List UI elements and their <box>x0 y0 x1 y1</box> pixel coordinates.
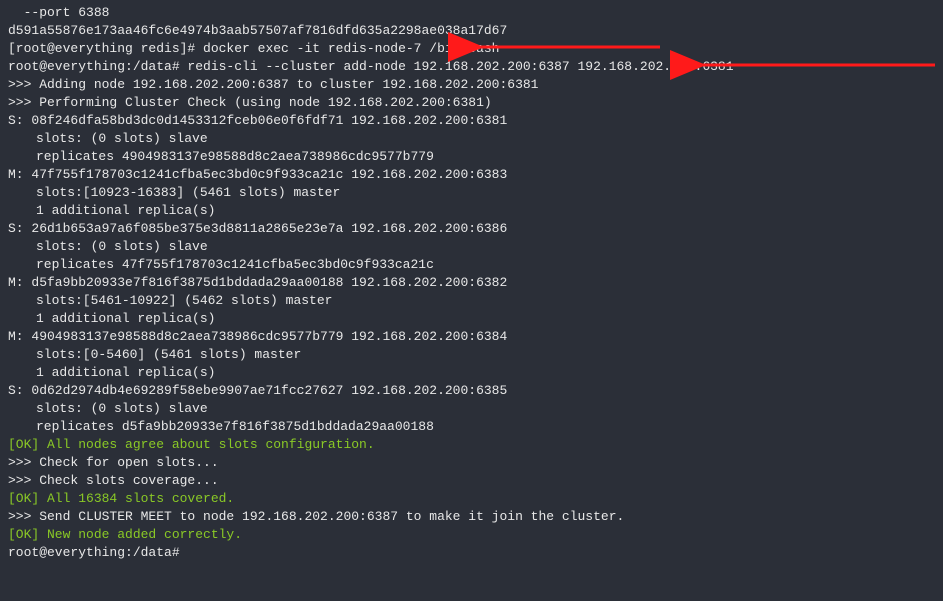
terminal-line: M: 4904983137e98588d8c2aea738986cdc9577b… <box>8 328 935 346</box>
terminal-line: slots: (0 slots) slave <box>8 130 935 148</box>
terminal-line: >>> Performing Cluster Check (using node… <box>8 94 935 112</box>
terminal-output[interactable]: --port 6388d591a55876e173aa46fc6e4974b3a… <box>0 0 943 566</box>
terminal-line: >>> Check slots coverage... <box>8 472 935 490</box>
terminal-line: root@everything:/data# redis-cli --clust… <box>8 58 935 76</box>
terminal-line: --port 6388 <box>8 4 935 22</box>
terminal-line: root@everything:/data# <box>8 544 935 562</box>
terminal-line: replicates 47f755f178703c1241cfba5ec3bd0… <box>8 256 935 274</box>
terminal-line: M: d5fa9bb20933e7f816f3875d1bddada29aa00… <box>8 274 935 292</box>
terminal-line: slots: (0 slots) slave <box>8 238 935 256</box>
terminal-line: [root@everything redis]# docker exec -it… <box>8 40 935 58</box>
terminal-line: M: 47f755f178703c1241cfba5ec3bd0c9f933ca… <box>8 166 935 184</box>
terminal-line: S: 08f246dfa58bd3dc0d1453312fceb06e0f6fd… <box>8 112 935 130</box>
terminal-line: replicates d5fa9bb20933e7f816f3875d1bdda… <box>8 418 935 436</box>
terminal-line: replicates 4904983137e98588d8c2aea738986… <box>8 148 935 166</box>
terminal-line: [OK] All 16384 slots covered. <box>8 490 935 508</box>
terminal-line: >>> Adding node 192.168.202.200:6387 to … <box>8 76 935 94</box>
terminal-line: slots:[0-5460] (5461 slots) master <box>8 346 935 364</box>
terminal-line: [OK] All nodes agree about slots configu… <box>8 436 935 454</box>
terminal-line: >>> Check for open slots... <box>8 454 935 472</box>
terminal-line: 1 additional replica(s) <box>8 364 935 382</box>
terminal-line: slots:[10923-16383] (5461 slots) master <box>8 184 935 202</box>
terminal-line: S: 26d1b653a97a6f085be375e3d8811a2865e23… <box>8 220 935 238</box>
terminal-line: [OK] New node added correctly. <box>8 526 935 544</box>
terminal-line: slots: (0 slots) slave <box>8 400 935 418</box>
terminal-line: 1 additional replica(s) <box>8 202 935 220</box>
terminal-line: 1 additional replica(s) <box>8 310 935 328</box>
terminal-line: d591a55876e173aa46fc6e4974b3aab57507af78… <box>8 22 935 40</box>
terminal-line: >>> Send CLUSTER MEET to node 192.168.20… <box>8 508 935 526</box>
terminal-line: slots:[5461-10922] (5462 slots) master <box>8 292 935 310</box>
terminal-line: S: 0d62d2974db4e69289f58ebe9907ae71fcc27… <box>8 382 935 400</box>
